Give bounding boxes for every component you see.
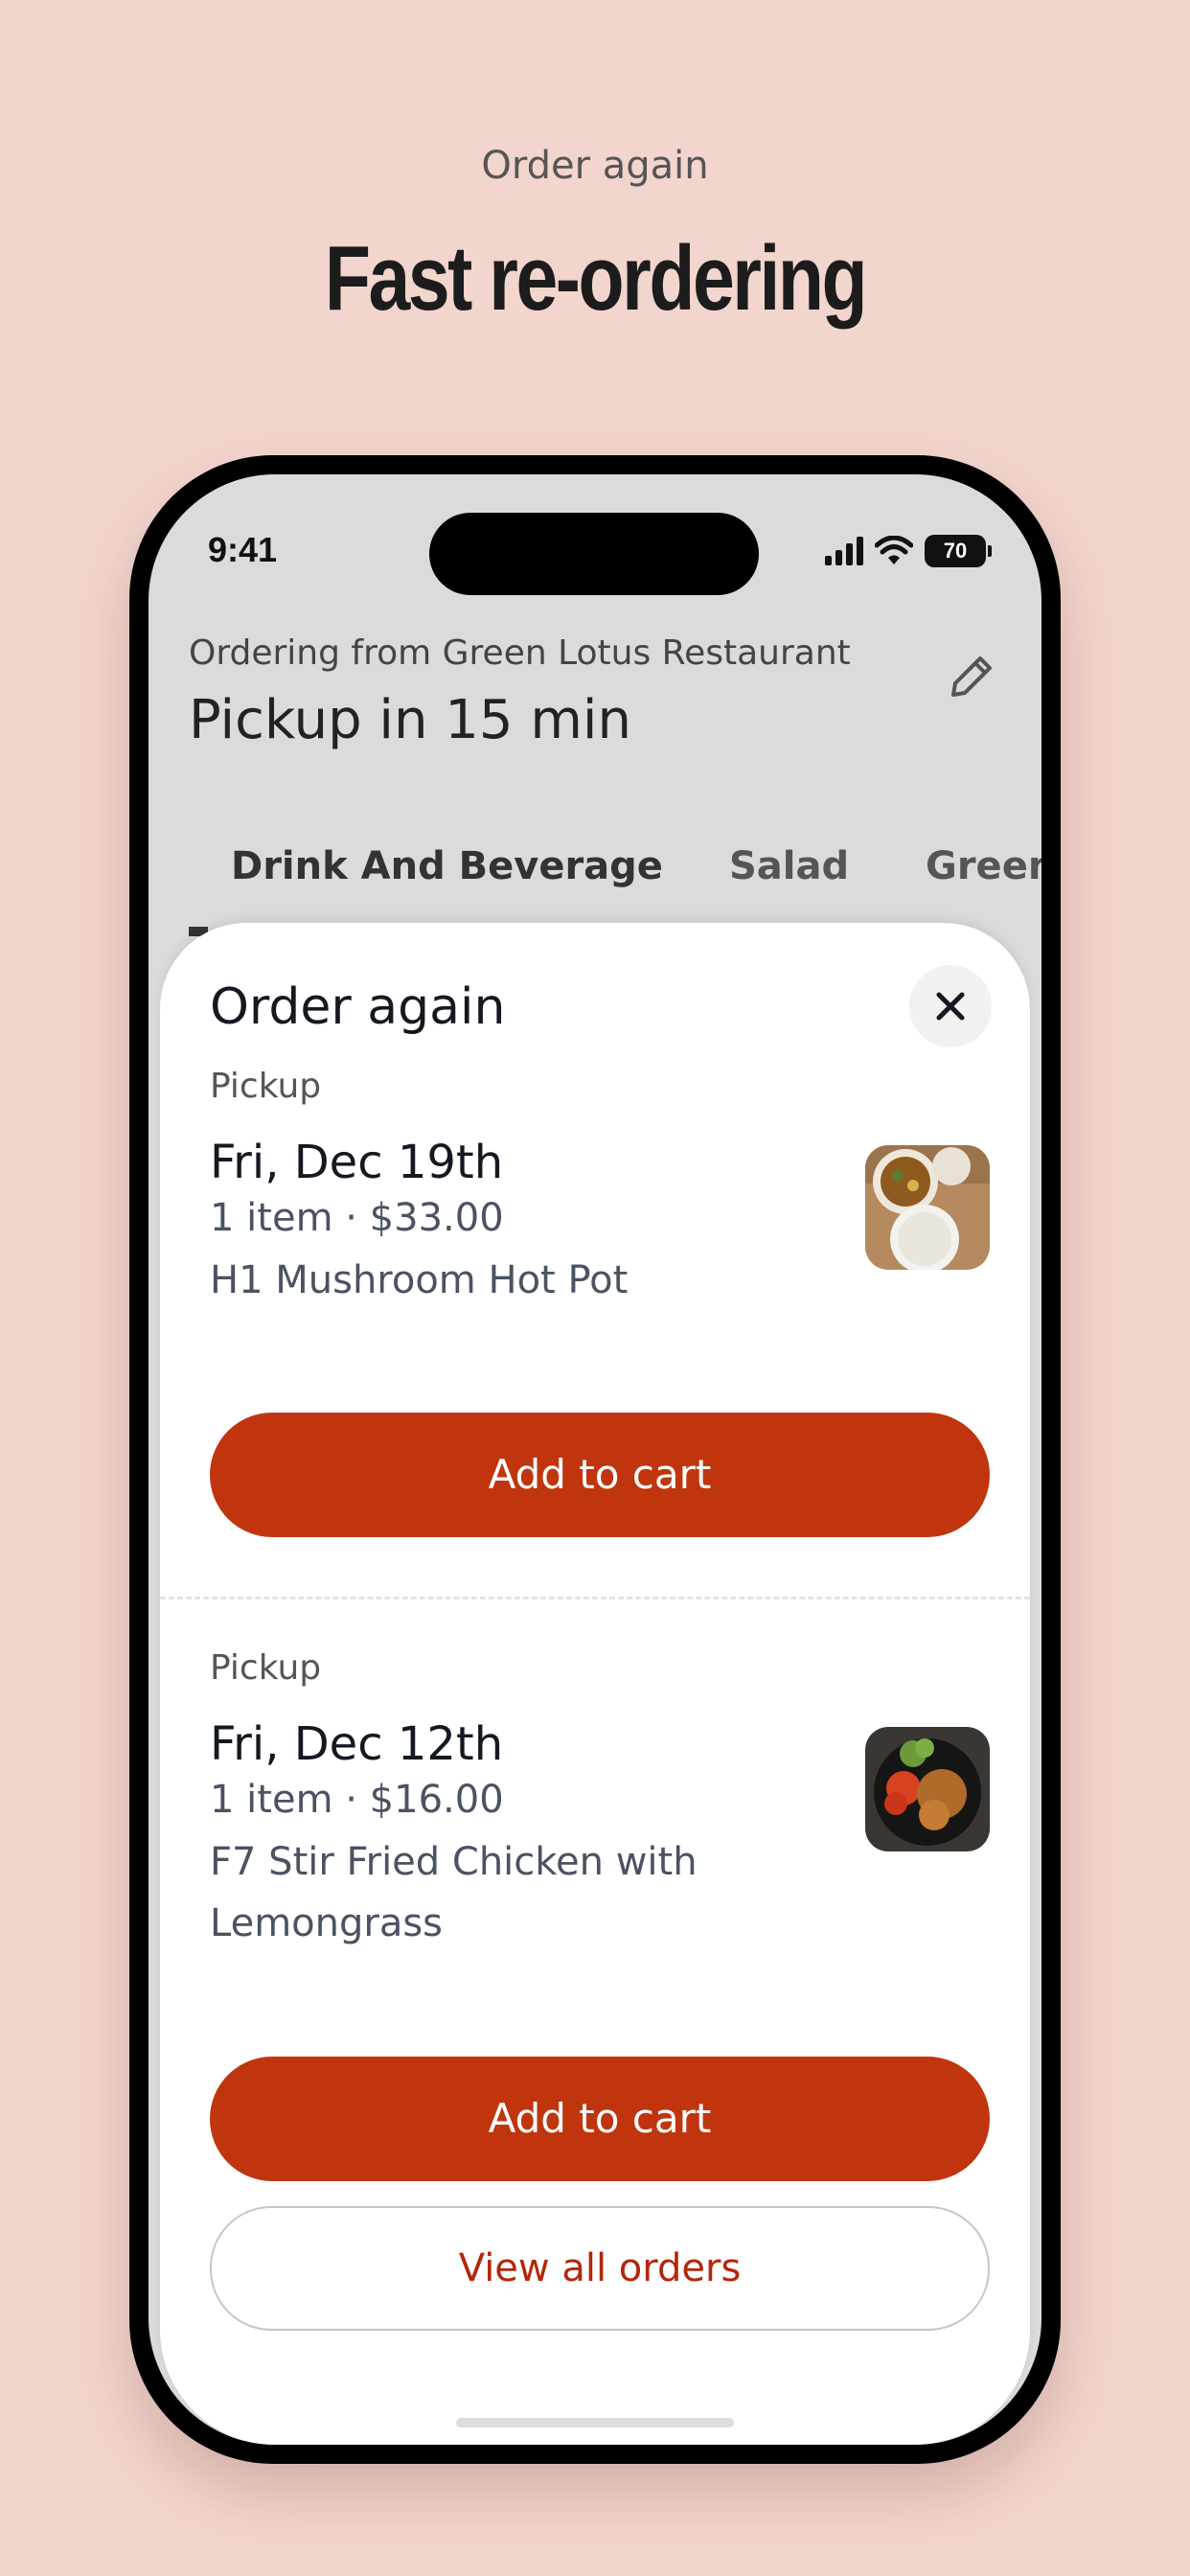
order-date: Fri, Dec 12th bbox=[210, 1717, 504, 1771]
status-bar: 9:41 70 bbox=[149, 474, 1041, 609]
order-items: H1 Mushroom Hot Pot bbox=[210, 1258, 629, 1302]
order-meta: 1 item · $33.00 bbox=[210, 1196, 504, 1240]
phone-screen: 9:41 70 Ordering from Green Lotus Restau… bbox=[149, 474, 1041, 2445]
order-thumbnail bbox=[865, 1145, 990, 1270]
tab-green[interactable]: Green I bbox=[926, 844, 1041, 888]
pickup-eta[interactable]: Pickup in 15 min bbox=[189, 689, 631, 751]
order-meta: 1 item · $16.00 bbox=[210, 1778, 504, 1822]
add-to-cart-button[interactable]: Add to cart bbox=[210, 2057, 990, 2181]
order-type: Pickup bbox=[210, 1648, 322, 1688]
promo-eyebrow: Order again bbox=[481, 144, 709, 188]
battery-icon: 70 bbox=[925, 535, 992, 567]
category-tabs: Drink And Beverage Salad Green I bbox=[149, 817, 1041, 932]
signal-icon bbox=[825, 537, 863, 565]
order-thumbnail bbox=[865, 1727, 990, 1852]
divider bbox=[160, 1597, 1030, 1599]
wifi-icon bbox=[875, 536, 913, 564]
order-again-sheet: Order again Pickup Fri, Dec 19th 1 item … bbox=[160, 923, 1030, 2445]
tab-drink-and-beverage[interactable]: Drink And Beverage bbox=[231, 844, 663, 888]
tab-salad[interactable]: Salad bbox=[729, 844, 849, 888]
close-button[interactable] bbox=[909, 965, 992, 1047]
status-icons: 70 bbox=[825, 532, 992, 570]
close-icon bbox=[936, 992, 965, 1021]
order-type: Pickup bbox=[210, 1067, 322, 1106]
dynamic-island bbox=[429, 513, 759, 595]
add-to-cart-button[interactable]: Add to cart bbox=[210, 1413, 990, 1537]
ordering-from-label[interactable]: Ordering from Green Lotus Restaurant bbox=[189, 633, 851, 673]
view-all-orders-button[interactable]: View all orders bbox=[210, 2206, 990, 2331]
home-indicator bbox=[456, 2418, 734, 2427]
status-time: 9:41 bbox=[208, 530, 278, 569]
pencil-icon[interactable] bbox=[942, 649, 999, 706]
order-items: F7 Stir Fried Chicken with Lemongrass bbox=[210, 1840, 698, 1945]
phone-frame: 9:41 70 Ordering from Green Lotus Restau… bbox=[129, 455, 1061, 2464]
promo-title: Fast re-ordering bbox=[324, 227, 868, 330]
order-date: Fri, Dec 19th bbox=[210, 1136, 504, 1189]
sheet-title: Order again bbox=[210, 978, 506, 1036]
